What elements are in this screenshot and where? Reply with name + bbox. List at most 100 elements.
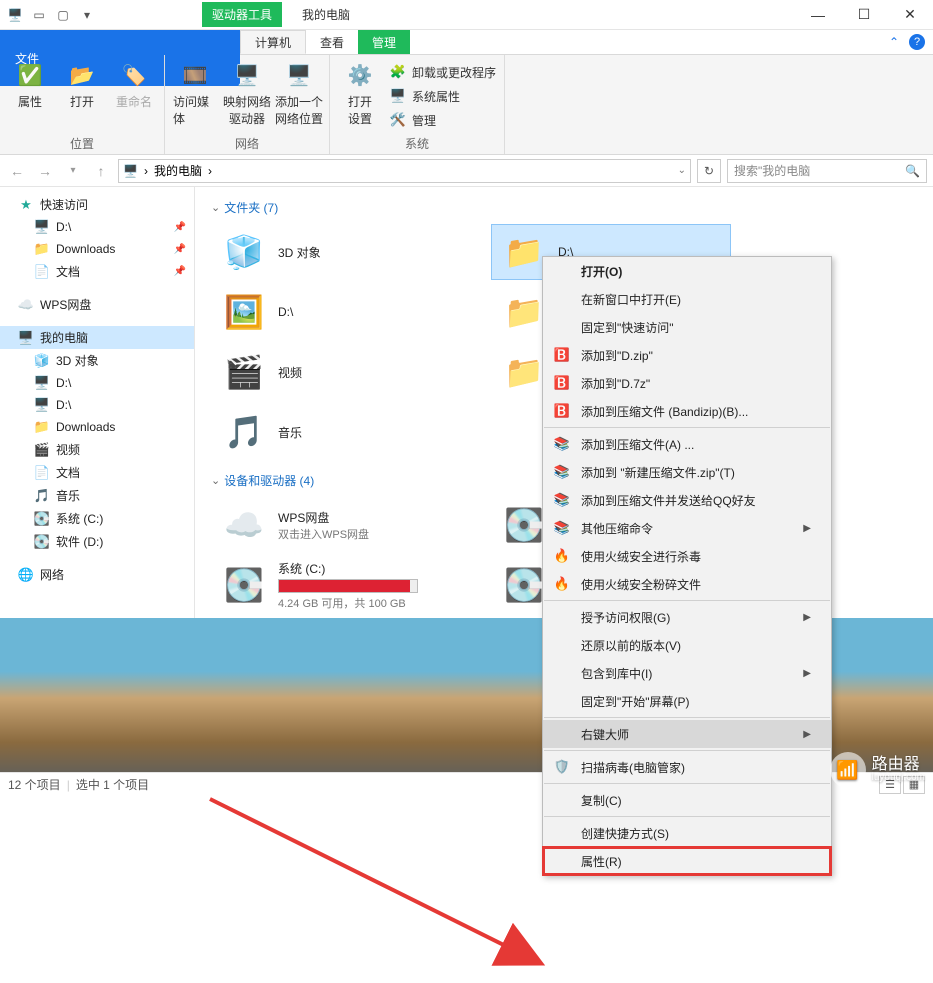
- ctx-include-library[interactable]: 包含到库中(I)▶: [543, 659, 831, 687]
- map-drive-button[interactable]: 🖥️映射网络 驱动器: [225, 59, 269, 127]
- maximize-button[interactable]: ☐: [841, 0, 887, 30]
- system-props-button[interactable]: 🖥️系统属性: [390, 85, 496, 107]
- search-icon: 🔍: [905, 164, 920, 178]
- submenu-arrow-icon: ▶: [803, 729, 811, 740]
- ctx-pin-quick[interactable]: 固定到"快速访问": [543, 313, 831, 341]
- manage-button[interactable]: 🛠️管理: [390, 109, 496, 131]
- ctx-compress-new[interactable]: 📚添加到 "新建压缩文件.zip"(T): [543, 458, 831, 486]
- ctx-add-zip[interactable]: 🅱️添加到"D.zip": [543, 341, 831, 369]
- separator: [544, 600, 830, 601]
- ctx-grant-access[interactable]: 授予访问权限(G)▶: [543, 603, 831, 631]
- ctx-compress-qq[interactable]: 📚添加到压缩文件并发送给QQ好友: [543, 486, 831, 514]
- open-settings-button[interactable]: ⚙️打开 设置: [338, 59, 382, 127]
- search-placeholder: 搜索"我的电脑: [734, 162, 810, 179]
- sidebar-item[interactable]: 🖥️D:\: [0, 372, 194, 394]
- sidebar-wps[interactable]: ☁️WPS网盘: [0, 293, 194, 316]
- sidebar-item[interactable]: 🧊3D 对象: [0, 349, 194, 372]
- folder-item[interactable]: 🎬视频: [211, 344, 451, 400]
- qat-button[interactable]: ▢: [54, 6, 72, 24]
- separator: [544, 717, 830, 718]
- sidebar-item[interactable]: 💽系统 (C:): [0, 507, 194, 530]
- breadcrumb-sep: ›: [208, 164, 212, 178]
- submenu-arrow-icon: ▶: [803, 668, 811, 679]
- drive-item-wps[interactable]: ☁️WPS网盘双击进入WPS网盘: [211, 497, 451, 553]
- window-title: 我的电脑: [302, 6, 350, 23]
- app-icon: 🖥️: [6, 6, 24, 24]
- recent-dropdown[interactable]: ▾: [62, 160, 84, 182]
- tab-computer[interactable]: 计算机: [240, 30, 306, 54]
- ctx-copy[interactable]: 复制(C): [543, 786, 831, 814]
- sidebar-network[interactable]: 🌐网络: [0, 563, 194, 586]
- tab-view[interactable]: 查看: [306, 30, 358, 54]
- ctx-huorong-shred[interactable]: 🔥使用火绒安全粉碎文件: [543, 570, 831, 598]
- watermark-icon: 📶: [830, 752, 866, 788]
- group-label: 网络: [173, 133, 321, 152]
- sidebar-item[interactable]: 📁Downloads: [0, 416, 194, 438]
- close-button[interactable]: ✕: [887, 0, 933, 30]
- uninstall-button[interactable]: 🧩卸载或更改程序: [390, 61, 496, 83]
- qat-dropdown[interactable]: ▾: [78, 6, 96, 24]
- qat-button[interactable]: ▭: [30, 6, 48, 24]
- quick-access-toolbar: 🖥️ ▭ ▢ ▾: [0, 6, 102, 24]
- folder-item[interactable]: 🧊3D 对象: [211, 224, 451, 280]
- open-button[interactable]: 📂打开: [60, 59, 104, 110]
- breadcrumb[interactable]: 我的电脑: [154, 162, 202, 179]
- back-button[interactable]: ←: [6, 160, 28, 182]
- sidebar-item[interactable]: 🎵音乐: [0, 484, 194, 507]
- sidebar-item[interactable]: 🖥️D:\: [0, 394, 194, 416]
- up-button[interactable]: ↑: [90, 160, 112, 182]
- access-media-button[interactable]: 🎞️访问媒体: [173, 59, 217, 127]
- folder-item[interactable]: 🎵音乐: [211, 404, 451, 460]
- search-box[interactable]: 搜索"我的电脑 🔍: [727, 159, 927, 183]
- sidebar-item[interactable]: 📄文档📌: [0, 260, 194, 283]
- help-icon[interactable]: ?: [909, 34, 925, 50]
- address-dropdown[interactable]: ⌄: [678, 165, 686, 176]
- ctx-bandizip[interactable]: 🅱️添加到压缩文件 (Bandizip)(B)...: [543, 397, 831, 425]
- submenu-arrow-icon: ▶: [803, 523, 811, 534]
- group-header-folders[interactable]: 文件夹 (7): [211, 199, 917, 216]
- sidebar-quick-access[interactable]: ★快速访问: [0, 193, 194, 216]
- forward-button[interactable]: →: [34, 160, 56, 182]
- add-network-button[interactable]: 🖥️添加一个 网络位置: [277, 59, 321, 127]
- separator: [544, 783, 830, 784]
- watermark-url: luyouqi.com: [872, 773, 925, 783]
- ctx-huorong-scan[interactable]: 🔥使用火绒安全进行杀毒: [543, 542, 831, 570]
- ribbon-group-location: ✅属性 📂打开 🏷️重命名 位置: [0, 55, 165, 154]
- folder-item[interactable]: 🖼️D:\: [211, 284, 451, 340]
- sidebar-item[interactable]: 💽软件 (D:): [0, 530, 194, 553]
- sidebar-this-pc[interactable]: 🖥️我的电脑: [0, 326, 194, 349]
- ribbon-group-system: ⚙️打开 设置 🧩卸载或更改程序 🖥️系统属性 🛠️管理 系统: [330, 55, 505, 154]
- ctx-add-7z[interactable]: 🅱️添加到"D.7z": [543, 369, 831, 397]
- separator: [544, 816, 830, 817]
- sidebar-item[interactable]: 🎬视频: [0, 438, 194, 461]
- address-bar[interactable]: 🖥️ › 我的电脑 › ⌄: [118, 159, 691, 183]
- ribbon-tabs: 文件 计算机 查看 管理 ⌃ ?: [0, 30, 933, 55]
- tab-manage[interactable]: 管理: [358, 30, 410, 54]
- ctx-compress-other[interactable]: 📚其他压缩命令▶: [543, 514, 831, 542]
- selection-count: 选中 1 个项目: [76, 776, 149, 793]
- ctx-pin-start[interactable]: 固定到"开始"屏幕(P): [543, 687, 831, 715]
- minimize-button[interactable]: —: [795, 0, 841, 30]
- separator: [544, 750, 830, 751]
- ribbon-collapse-icon[interactable]: ⌃: [889, 35, 899, 49]
- watermark-text: 路由器: [872, 757, 925, 773]
- ctx-open[interactable]: 打开(O): [543, 257, 831, 285]
- sidebar-item[interactable]: 📁Downloads📌: [0, 238, 194, 260]
- ribbon-group-network: 🎞️访问媒体 🖥️映射网络 驱动器 🖥️添加一个 网络位置 网络: [165, 55, 330, 154]
- storage-bar: [278, 579, 418, 593]
- ctx-right-click-master[interactable]: 右键大师▶: [543, 720, 831, 748]
- sidebar-item[interactable]: 📄文档: [0, 461, 194, 484]
- sidebar-item[interactable]: 🖥️D:\📌: [0, 216, 194, 238]
- refresh-button[interactable]: ↻: [697, 159, 721, 183]
- ctx-properties[interactable]: 属性(R): [543, 847, 831, 875]
- rename-button: 🏷️重命名: [112, 59, 156, 110]
- ctx-create-shortcut[interactable]: 创建快捷方式(S): [543, 819, 831, 847]
- ctx-compress-a[interactable]: 📚添加到压缩文件(A) ...: [543, 430, 831, 458]
- ctx-restore[interactable]: 还原以前的版本(V): [543, 631, 831, 659]
- properties-button[interactable]: ✅属性: [8, 59, 52, 110]
- breadcrumb-sep: ›: [144, 164, 148, 178]
- ctx-scan-virus[interactable]: 🛡️扫描病毒(电脑管家): [543, 753, 831, 781]
- group-label: 系统: [338, 133, 496, 152]
- ctx-open-new-window[interactable]: 在新窗口中打开(E): [543, 285, 831, 313]
- drive-item-c[interactable]: 💽系统 (C:)4.24 GB 可用，共 100 GB: [211, 557, 451, 613]
